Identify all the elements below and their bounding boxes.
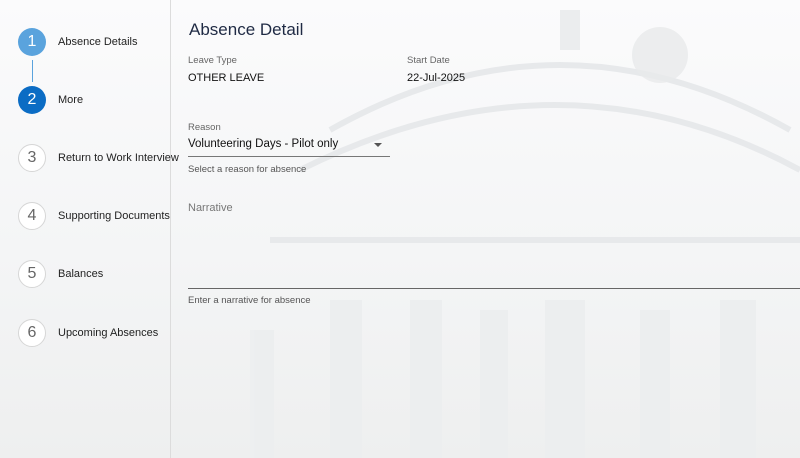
step-more[interactable]: 2 More: [18, 85, 83, 115]
start-date-value: 22-Jul-2025: [407, 72, 466, 84]
leave-type-value: OTHER LEAVE: [188, 72, 265, 84]
step-label: Balances: [58, 268, 104, 280]
absence-detail-form: Absence Detail Leave Type OTHER LEAVE St…: [188, 0, 800, 458]
step-label: Return to Work Interview: [58, 152, 179, 164]
step-number: 5: [18, 260, 46, 288]
step-number: 1: [18, 28, 46, 56]
step-label: Absence Details: [58, 36, 138, 48]
narrative-placeholder: Narrative: [188, 202, 233, 214]
caret-down-icon[interactable]: [374, 143, 382, 147]
step-absence-details[interactable]: 1 Absence Details: [18, 27, 138, 57]
step-supporting-documents[interactable]: 4 Supporting Documents: [18, 201, 170, 231]
page-title: Absence Detail: [189, 20, 304, 39]
step-balances[interactable]: 5 Balances: [18, 259, 103, 289]
reason-select[interactable]: Volunteering Days - Pilot only: [188, 136, 390, 157]
start-date-label: Start Date: [407, 55, 450, 66]
narrative-hint: Enter a narrative for absence: [188, 295, 311, 306]
step-label: Supporting Documents: [58, 210, 170, 222]
reason-label: Reason: [188, 122, 221, 133]
reason-select-value: Volunteering Days - Pilot only: [188, 138, 339, 150]
step-number: 2: [18, 86, 46, 114]
step-return-to-work-interview[interactable]: 3 Return to Work Interview: [18, 143, 179, 173]
step-label: More: [58, 94, 84, 106]
stepper-sidebar: 1 Absence Details 2 More 3 Return to Wor…: [0, 0, 179, 458]
step-connector: [32, 60, 33, 82]
narrative-textarea[interactable]: Narrative: [188, 196, 800, 289]
leave-type-label: Leave Type: [188, 55, 237, 66]
step-upcoming-absences[interactable]: 6 Upcoming Absences: [18, 318, 158, 348]
reason-hint: Select a reason for absence: [188, 164, 307, 175]
step-label: Upcoming Absences: [58, 327, 159, 339]
page: 1 Absence Details 2 More 3 Return to Wor…: [0, 0, 800, 458]
step-number: 3: [18, 144, 46, 172]
step-number: 6: [18, 319, 46, 347]
step-number: 4: [18, 202, 46, 230]
